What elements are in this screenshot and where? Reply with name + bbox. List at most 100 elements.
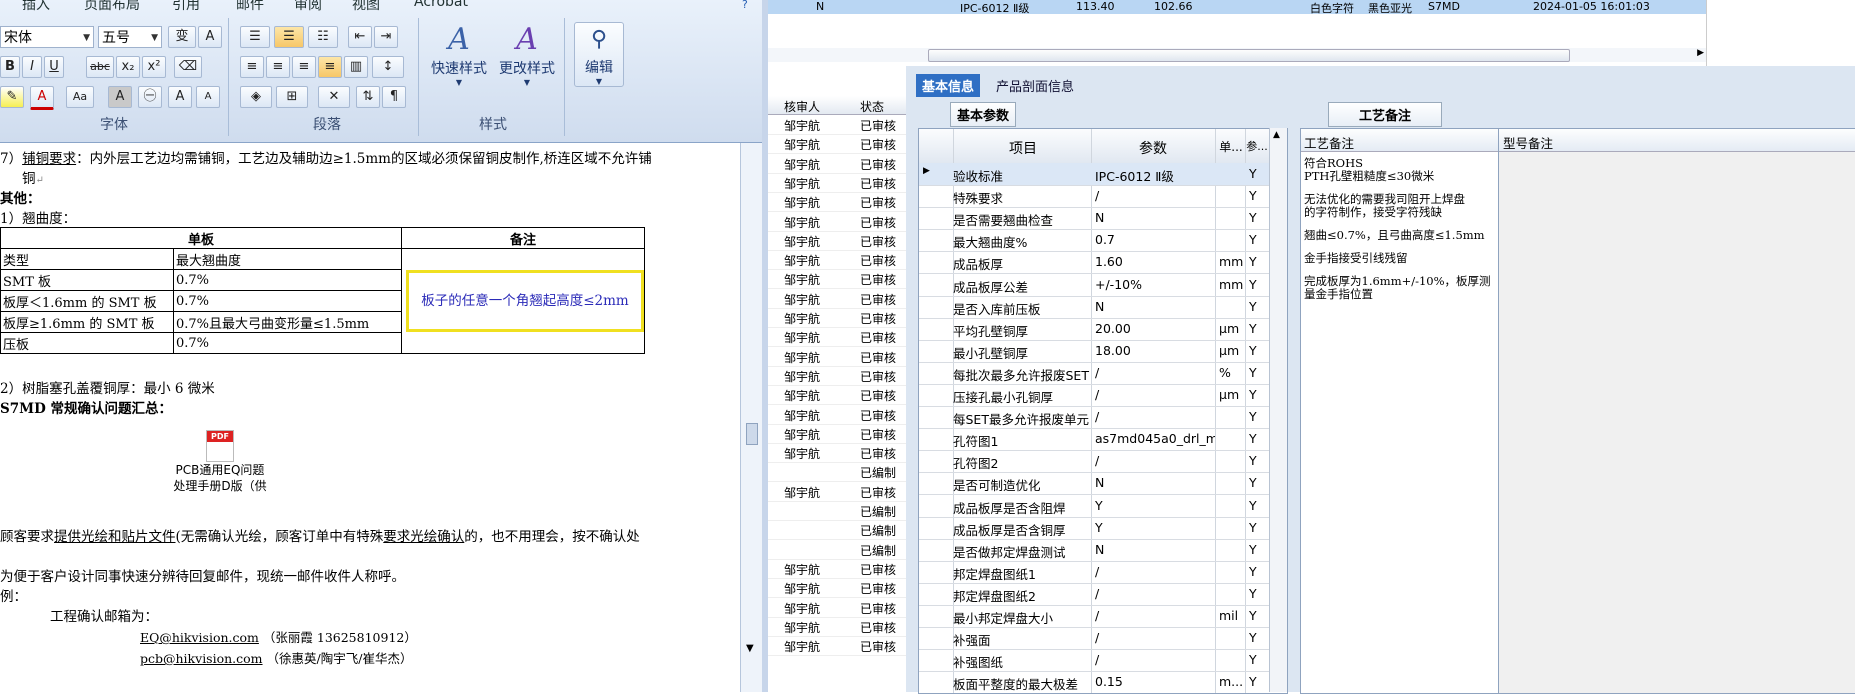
table-row[interactable]: 邹宇航 已审核 xyxy=(768,115,906,135)
table-row[interactable]: 邹宇航 已审核 xyxy=(768,308,906,328)
scroll-thumb[interactable] xyxy=(746,423,758,445)
table-row[interactable]: 邹宇航 已审核 xyxy=(768,578,906,599)
table-row[interactable]: 邹宇航 已审核 xyxy=(768,173,906,193)
header-item[interactable]: 项目 xyxy=(955,138,1091,158)
table-row[interactable]: 邹宇航 已审核 xyxy=(768,231,906,251)
phonetic-guide-button[interactable]: 变 xyxy=(168,26,196,48)
selected-order-row[interactable]: N IPC-6012 Ⅱ级 113.40 102.66 白色字符 黑色亚光 S7… xyxy=(768,0,1706,15)
param-value[interactable]: N xyxy=(1095,475,1215,490)
header-unit[interactable]: 单... xyxy=(1215,138,1247,155)
distribute-icon[interactable]: ▥ xyxy=(344,56,368,78)
param-value[interactable]: 1.60 xyxy=(1095,254,1215,269)
chinese-layout-icon[interactable]: ✕ xyxy=(318,86,350,108)
table-row[interactable]: 每SET最多允许报废单元 / Y xyxy=(919,406,1287,430)
highlight-icon[interactable]: ✎ xyxy=(0,86,24,108)
header-checker[interactable]: 核审人 xyxy=(784,98,820,115)
table-row[interactable]: 邹宇航 已审核 xyxy=(768,289,906,309)
hscroll-thumb[interactable] xyxy=(928,49,1570,62)
table-row[interactable]: 已编制 xyxy=(768,520,906,541)
table-row[interactable]: 验收标准 IPC-6012 Ⅱ级 Y ▶ xyxy=(919,163,1287,186)
font-name-select[interactable]: 宋体 ▼ xyxy=(0,26,94,48)
scroll-right-icon[interactable]: ▶ xyxy=(1697,48,1704,58)
scroll-up-icon[interactable]: ▲ xyxy=(1273,130,1280,140)
numbering-icon[interactable]: ☰ xyxy=(274,26,304,48)
table-row[interactable]: 邦定焊盘图纸1 / Y xyxy=(919,561,1287,584)
char-shading-icon[interactable]: A xyxy=(108,86,132,108)
params-scrollbar[interactable]: ▲ xyxy=(1269,128,1287,692)
table-row[interactable]: 邹宇航 已审核 xyxy=(768,424,906,444)
table-row[interactable]: 邹宇航 已审核 xyxy=(768,636,906,657)
param-value[interactable]: 0.7 xyxy=(1095,232,1215,247)
bullets-icon[interactable]: ☰ xyxy=(240,26,270,48)
table-row[interactable]: 邹宇航 已审核 xyxy=(768,212,906,232)
table-row[interactable]: 每批次最多允许报废SET /% Y xyxy=(919,362,1287,385)
table-row[interactable]: 邹宇航 已审核 xyxy=(768,385,906,406)
table-row[interactable]: 是否做邦定焊盘测试 N Y xyxy=(919,539,1287,562)
param-value[interactable]: 0.15 xyxy=(1095,674,1215,689)
param-value[interactable]: / xyxy=(1095,409,1215,424)
param-value[interactable]: / xyxy=(1095,608,1215,623)
table-row[interactable]: 邹宇航 已审核 xyxy=(768,192,906,213)
table-row[interactable]: 是否可制造优化 N Y xyxy=(919,472,1287,496)
table-row[interactable]: 最小邦定焊盘大小 / mil Y xyxy=(919,605,1287,628)
borders-icon[interactable]: ⊞ xyxy=(276,86,308,108)
tab-acrobat[interactable]: Acrobat xyxy=(414,0,468,10)
font-size-select[interactable]: 五号 ▼ xyxy=(98,26,162,48)
tab-page-layout[interactable]: 页面布局 xyxy=(84,0,140,14)
table-row[interactable]: 邹宇航 已审核 xyxy=(768,327,906,348)
param-value[interactable]: as7md045a0_drl_m... xyxy=(1095,431,1215,446)
char-border-button[interactable]: A xyxy=(198,26,222,48)
justify-icon[interactable]: ≡ xyxy=(318,56,342,78)
quick-style-button[interactable]: A 快速样式 ▼ xyxy=(426,22,492,87)
table-row[interactable]: 邹宇航 已审核 xyxy=(768,482,906,502)
table-row[interactable]: 已编制 xyxy=(768,462,906,483)
subscript-button[interactable]: x₂ xyxy=(116,56,140,78)
param-value[interactable]: +/-10% xyxy=(1095,277,1215,292)
tab-references[interactable]: 引用 xyxy=(172,0,200,14)
table-row[interactable]: 是否需要翘曲检查 N Y xyxy=(919,207,1287,231)
change-case-button[interactable]: Aa xyxy=(66,86,94,108)
tab-basic-info[interactable]: 基本信息 xyxy=(916,74,981,97)
document-scrollbar[interactable]: ▼ xyxy=(740,143,763,692)
param-value[interactable]: / xyxy=(1095,586,1215,601)
tab-review[interactable]: 审阅 xyxy=(294,0,322,14)
table-row[interactable]: 邹宇航 已审核 xyxy=(768,598,906,618)
clear-format-icon[interactable]: ⌫ xyxy=(174,56,202,78)
enclose-char-icon[interactable]: ㊀ xyxy=(138,86,162,108)
param-value[interactable]: / xyxy=(1095,188,1215,203)
table-row[interactable]: 已编制 xyxy=(768,501,906,521)
table-row[interactable]: 特殊要求 / Y xyxy=(919,185,1287,209)
param-value[interactable]: 20.00 xyxy=(1095,321,1215,336)
pdf-attachment[interactable]: PDF PCB通用EQ问题 处理手册D版（供 xyxy=(170,430,270,494)
table-row[interactable]: 成品板厚是否含铜厚 Y Y xyxy=(919,517,1287,540)
table-row[interactable]: 邹宇航 已审核 xyxy=(768,347,906,367)
increase-indent-icon[interactable]: ⇥ xyxy=(374,26,398,48)
table-row[interactable]: 邹宇航 已审核 xyxy=(768,559,906,579)
table-row[interactable]: 邹宇航 已审核 xyxy=(768,154,906,174)
param-value[interactable]: / xyxy=(1095,652,1215,667)
tab-basic-params[interactable]: 基本参数 xyxy=(950,102,1017,127)
tab-craft-remark[interactable]: 工艺备注 xyxy=(1328,102,1443,127)
font-color-button[interactable]: A xyxy=(30,86,54,110)
strikethrough-button[interactable]: abc xyxy=(86,56,114,78)
mail-link-1[interactable]: EQ@hikvision.com xyxy=(140,630,259,645)
align-left-icon[interactable]: ≡ xyxy=(240,56,264,78)
param-value[interactable]: / xyxy=(1095,453,1215,468)
tab-view[interactable]: 视图 xyxy=(352,0,380,14)
tab-mailings[interactable]: 邮件 xyxy=(236,0,264,14)
orders-hscrollbar[interactable]: ▶ xyxy=(768,48,1706,62)
mail-link-2[interactable]: pcb@hikvision.com xyxy=(140,651,263,666)
table-row[interactable]: 邹宇航 已审核 xyxy=(768,269,906,290)
param-value[interactable]: / xyxy=(1095,387,1215,402)
param-value[interactable]: Y xyxy=(1095,498,1215,513)
table-row[interactable]: 已编制 xyxy=(768,540,906,560)
table-row[interactable]: 邹宇航 已审核 xyxy=(768,617,906,637)
table-row[interactable]: 最小孔壁铜厚 18.00 μm Y xyxy=(919,340,1287,363)
decrease-indent-icon[interactable]: ⇤ xyxy=(348,26,372,48)
table-row[interactable]: 最大翘曲度% 0.7 Y xyxy=(919,229,1287,253)
tab-product-profile[interactable]: 产品剖面信息 xyxy=(990,74,1080,97)
param-value[interactable]: 18.00 xyxy=(1095,343,1215,358)
param-value[interactable]: / xyxy=(1095,365,1215,380)
table-row[interactable]: 邹宇航 已审核 xyxy=(768,250,906,271)
table-row[interactable]: 成品板厚 1.60 mm Y xyxy=(919,251,1287,275)
